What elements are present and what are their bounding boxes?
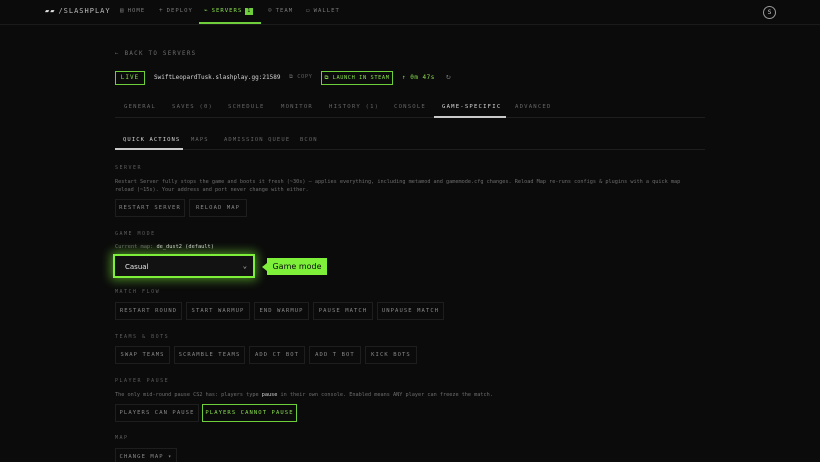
nav-item-deploy[interactable]: + DEPLOY (159, 7, 193, 14)
nav-label: WALLET (313, 8, 340, 14)
tab-active-indicator (434, 116, 506, 118)
unpause-match-button[interactable]: UNPAUSE MATCH (377, 302, 444, 320)
servers-count-badge: 1 (245, 8, 254, 15)
nav-item-servers[interactable]: ⌁ SERVERS 1 (204, 7, 254, 15)
subtab-bcon[interactable]: BCON (300, 137, 318, 143)
add-t-bot-button[interactable]: ADD T BOT (309, 346, 361, 364)
section-title-server: SERVER (115, 165, 143, 171)
logo-text: /SLASHPLAY (58, 7, 111, 15)
current-map-label: Current map: (115, 244, 154, 250)
nav-label: SERVERS (211, 8, 243, 14)
players-can-pause-button[interactable]: PLAYERS CAN PAUSE (115, 404, 199, 422)
swap-teams-button[interactable]: SWAP TEAMS (115, 346, 170, 364)
chevron-down-icon: ⌄ (242, 262, 247, 270)
refresh-icon[interactable]: ↻ (446, 72, 451, 81)
tab-monitor[interactable]: MONITOR (281, 104, 313, 110)
game-mode-tooltip: Game mode (267, 258, 327, 275)
current-map: Current map: de_dust2 (default) (115, 244, 214, 250)
launch-in-steam-button[interactable]: ⧉ LAUNCH IN STEAM (321, 71, 393, 85)
nav-active-indicator (199, 22, 261, 24)
kick-bots-button[interactable]: KICK BOTS (365, 346, 417, 364)
plus-icon: + (159, 7, 164, 14)
section-title-teams-bots: TEAMS & BOTS (115, 334, 170, 340)
nav-item-wallet[interactable]: ▭ WALLET (306, 7, 340, 14)
section-title-match-flow: MATCH FLOW (115, 289, 161, 295)
server-description: Restart Server fully stops the game and … (115, 178, 695, 194)
current-map-value: de_dust2 (default) (156, 244, 214, 250)
nav-item-home[interactable]: ▤ HOME (120, 7, 145, 14)
nav-label: HOME (127, 8, 146, 14)
back-to-servers-link[interactable]: ← BACK TO SERVERS (115, 51, 196, 57)
scramble-teams-button[interactable]: SCRAMBLE TEAMS (174, 346, 245, 364)
tab-general[interactable]: GENERAL (124, 104, 156, 110)
player-pause-desc-post: in their own console. Enabled means ANY … (280, 392, 493, 398)
home-icon: ▤ (120, 7, 125, 14)
change-map-button[interactable]: CHANGE MAP ▾ (115, 448, 177, 462)
copy-button[interactable]: ⧉ COPY (289, 74, 312, 81)
player-pause-description: The only mid-round pause CS2 has: player… (115, 391, 695, 399)
servers-icon: ⌁ (204, 7, 209, 14)
restart-server-button[interactable]: RESTART SERVER (115, 199, 185, 217)
server-tabs: GENERAL SAVES (0) SCHEDULE MONITOR HISTO… (115, 98, 705, 118)
game-specific-subtabs: QUICK ACTIONS MAPS ADMISSION QUEUE BCON (115, 131, 705, 150)
team-icon: ☺ (268, 7, 273, 14)
subtab-admission-queue[interactable]: ADMISSION QUEUE (224, 137, 290, 143)
section-title-map: MAP (115, 435, 129, 441)
nav-item-team[interactable]: ☺ TEAM (268, 7, 293, 14)
section-title-player-pause: PLAYER PAUSE (115, 378, 170, 384)
game-mode-selected-value: Casual (125, 263, 149, 271)
tab-game-specific[interactable]: GAME-SPECIFIC (442, 104, 501, 110)
nav-label: DEPLOY (166, 8, 193, 14)
tab-saves[interactable]: SAVES (0) (172, 104, 213, 110)
reload-map-button[interactable]: RELOAD MAP (189, 199, 247, 217)
logo-mark: ▰▰ (45, 7, 56, 15)
tab-history[interactable]: HISTORY (1) (329, 104, 379, 110)
avatar[interactable]: S (763, 6, 776, 19)
section-title-game-mode: GAME MODE (115, 231, 156, 237)
logo[interactable]: ▰▰/SLASHPLAY (45, 7, 111, 15)
end-warmup-button[interactable]: END WARMUP (254, 302, 309, 320)
wallet-icon: ▭ (306, 7, 311, 14)
tab-advanced[interactable]: ADVANCED (515, 104, 552, 110)
tab-console[interactable]: CONSOLE (394, 104, 426, 110)
subtab-maps[interactable]: MAPS (191, 137, 209, 143)
player-pause-desc-pre: The only mid-round pause CS2 has: player… (115, 392, 259, 398)
server-address: SwiftLeopardTusk.slashplay.gg:21589 (154, 74, 281, 81)
top-nav: ▰▰/SLASHPLAY ▤ HOME + DEPLOY ⌁ SERVERS 1 ☺ TE… (0, 0, 820, 25)
subtab-active-indicator (115, 148, 183, 150)
start-warmup-button[interactable]: START WARMUP (186, 302, 250, 320)
server-description-line: Restart Server fully stops the game and … (115, 179, 681, 185)
game-mode-select[interactable]: Casual ⌄ (113, 254, 255, 278)
restart-round-button[interactable]: RESTART ROUND (115, 302, 182, 320)
pause-match-button[interactable]: PAUSE MATCH (313, 302, 373, 320)
server-description-line: reload (~15s). Your address and port nev… (115, 187, 309, 193)
status-badge: LIVE (115, 71, 145, 85)
subtab-quick-actions[interactable]: QUICK ACTIONS (123, 137, 180, 143)
nav-label: TEAM (275, 8, 294, 14)
players-cannot-pause-button[interactable]: PLAYERS CANNOT PAUSE (202, 404, 297, 422)
uptime: ↑ 0m 47s (402, 74, 435, 81)
tab-schedule[interactable]: SCHEDULE (228, 104, 265, 110)
player-pause-desc-keyword: pause (261, 392, 278, 398)
add-ct-bot-button[interactable]: ADD CT BOT (249, 346, 305, 364)
